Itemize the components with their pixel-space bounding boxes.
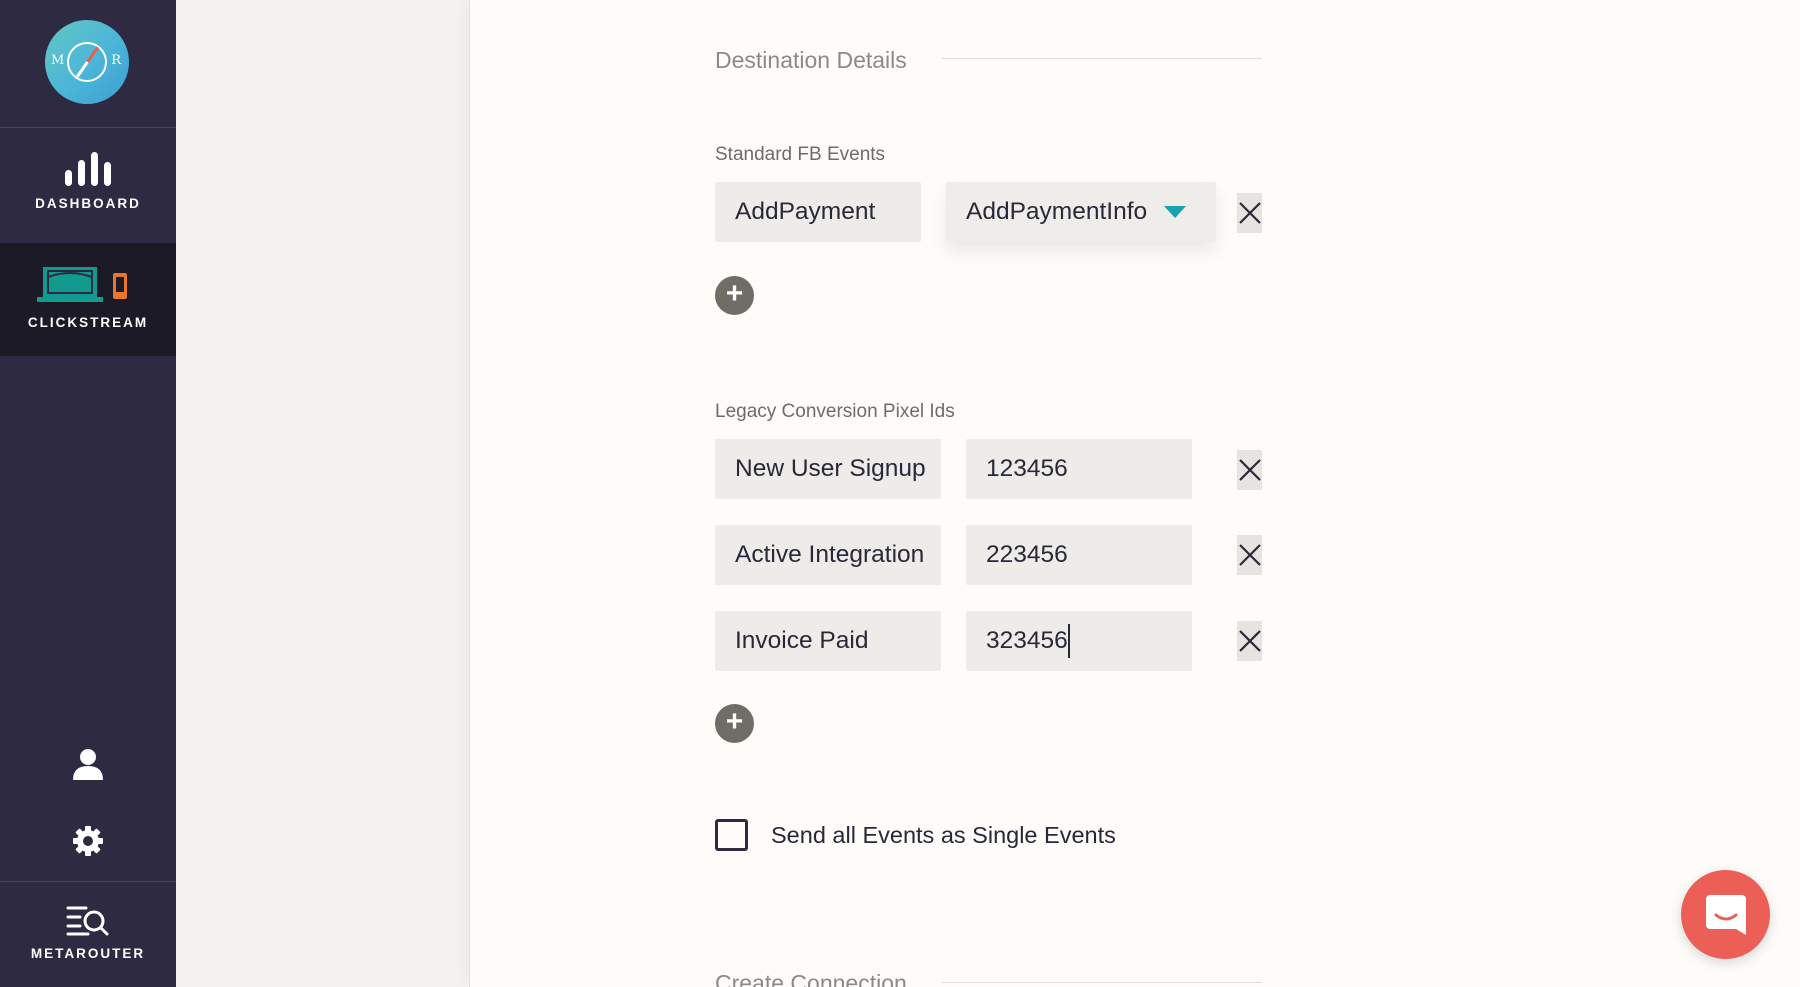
gear-icon [73, 826, 103, 856]
pixel-id-input[interactable]: 223456 [966, 525, 1192, 585]
pixel-name-input[interactable]: Active Integration [715, 525, 941, 585]
section-title-destination-details: Destination Details [715, 47, 907, 73]
chat-launcher-button[interactable] [1681, 870, 1770, 959]
remove-pixel-button[interactable] [1237, 450, 1262, 490]
add-pixel-button[interactable]: + [715, 704, 754, 743]
close-icon [1238, 459, 1261, 481]
pixel-id-input[interactable]: 323456 [966, 611, 1192, 671]
logo-letter-m: M [51, 53, 65, 68]
clickstream-devices-icon [37, 267, 127, 302]
sidebar-item-settings[interactable] [0, 826, 176, 862]
remove-pixel-button[interactable] [1237, 535, 1262, 575]
logo-letter-r: R [111, 53, 121, 68]
sidebar-item-metarouter[interactable]: METAROUTER [0, 881, 176, 987]
sidebar-item-label: DASHBOARD [35, 196, 141, 211]
single-events-label: Send all Events as Single Events [771, 822, 1116, 848]
fb-event-select[interactable]: AddPaymentInfo [946, 182, 1216, 242]
close-icon [1238, 544, 1261, 566]
label-legacy-pixel-ids: Legacy Conversion Pixel Ids [715, 401, 955, 422]
dropdown-arrow-icon [1164, 206, 1186, 218]
remove-fb-event-button[interactable] [1237, 193, 1262, 233]
metarouter-search-list-icon [66, 906, 109, 936]
section-title-create-connection: Create Connection [715, 970, 907, 987]
sidebar-item-dashboard[interactable]: DASHBOARD [0, 128, 176, 243]
sidebar-item-label: CLICKSTREAM [27, 315, 149, 330]
fb-event-select-value: AddPaymentInfo [966, 198, 1148, 225]
label-standard-fb-events: Standard FB Events [715, 144, 886, 165]
user-icon [73, 749, 103, 780]
pixel-name-input[interactable]: Invoice Paid [715, 611, 941, 671]
sidebar-item-profile[interactable] [0, 748, 176, 788]
section-divider [942, 982, 1262, 983]
pixel-id-input[interactable]: 123456 [966, 439, 1192, 499]
sidebar: M R DASHBOARD CLICKSTREAM METAROUTER [0, 0, 176, 987]
plus-icon: + [725, 705, 744, 738]
sidebar-item-clickstream[interactable]: CLICKSTREAM [0, 243, 176, 356]
section-divider [942, 58, 1262, 59]
add-fb-event-button[interactable]: + [715, 276, 754, 315]
pixel-name-input[interactable]: New User Signup [715, 439, 941, 499]
chat-icon [1705, 894, 1746, 935]
plus-icon: + [725, 277, 744, 310]
single-events-checkbox[interactable] [715, 819, 748, 851]
sidebar-item-label: METAROUTER [30, 946, 146, 961]
close-icon [1238, 202, 1261, 224]
text-cursor [1068, 624, 1070, 658]
logo-area: M R [0, 0, 176, 128]
remove-pixel-button[interactable] [1237, 621, 1262, 661]
close-icon [1238, 630, 1261, 652]
bar-chart-icon [65, 152, 111, 186]
fb-event-name-input[interactable]: AddPayment [715, 182, 921, 242]
metarouter-logo[interactable]: M R [45, 20, 129, 104]
